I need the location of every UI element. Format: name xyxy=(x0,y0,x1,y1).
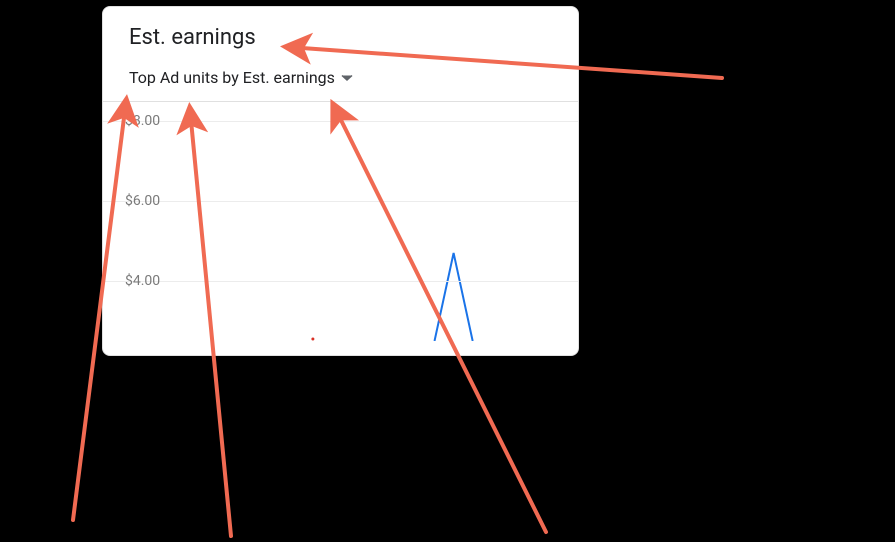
y-axis-tick: $6.00 xyxy=(125,193,160,209)
chart-area: $8.00 $6.00 $4.00 xyxy=(103,101,578,341)
caret-down-icon xyxy=(341,74,353,82)
dropdown-label: Top Ad units by Est. earnings xyxy=(129,68,335,87)
chart-plot xyxy=(103,101,579,341)
y-axis-tick: $4.00 xyxy=(125,273,160,289)
card-header: Est. earnings xyxy=(103,25,578,60)
dimension-dropdown[interactable]: Top Ad units by Est. earnings xyxy=(103,60,578,101)
earnings-card: Est. earnings Top Ad units by Est. earni… xyxy=(102,6,579,356)
y-axis-tick: $8.00 xyxy=(125,113,160,129)
card-title: Est. earnings xyxy=(129,25,554,50)
